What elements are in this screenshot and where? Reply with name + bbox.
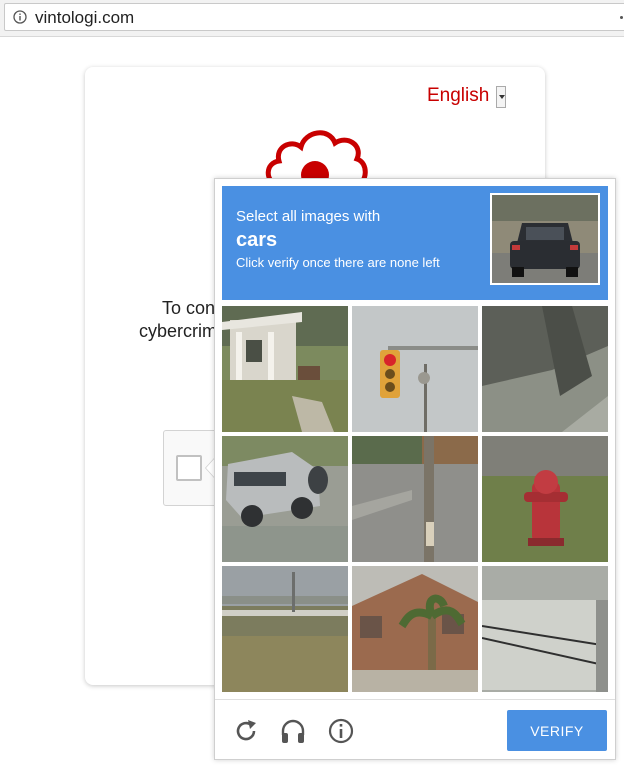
language-select[interactable]: English [427,85,489,107]
captcha-checkbox[interactable] [176,455,202,481]
image-tile[interactable] [482,306,608,432]
captcha-challenge: Select all images with cars Click verify… [214,178,616,760]
image-tile[interactable] [352,436,478,562]
challenge-hint: Click verify once there are none left [236,255,440,270]
page-text-line-2: cybercrim [139,321,218,341]
challenge-instruction: Select all images with [236,208,381,225]
challenge-header: Select all images with cars Click verify… [222,186,608,300]
image-tile[interactable] [482,436,608,562]
footer-divider [215,699,615,700]
image-tile[interactable] [482,566,608,692]
red-cloud-logo [265,130,368,185]
url-field[interactable]: vintologi.com [4,3,624,31]
example-car-image [490,193,600,285]
menu-dot-icon[interactable] [620,16,623,19]
info-icon[interactable] [327,717,355,745]
chevron-down-icon[interactable] [496,86,506,108]
page-text-line-1: To con [162,298,216,318]
reload-icon[interactable] [232,717,260,745]
headphones-icon[interactable] [279,717,307,745]
image-tile[interactable] [352,566,478,692]
image-tile[interactable] [222,566,348,692]
image-tile[interactable] [352,306,478,432]
image-grid [222,306,609,693]
image-tile[interactable] [222,306,348,432]
url-text: vintologi.com [35,8,135,27]
challenge-target: cars [236,229,278,251]
verify-button[interactable]: VERIFY [507,710,607,751]
image-tile[interactable] [222,436,348,562]
address-bar: vintologi.com [0,0,624,37]
info-circle-icon[interactable] [13,10,27,24]
